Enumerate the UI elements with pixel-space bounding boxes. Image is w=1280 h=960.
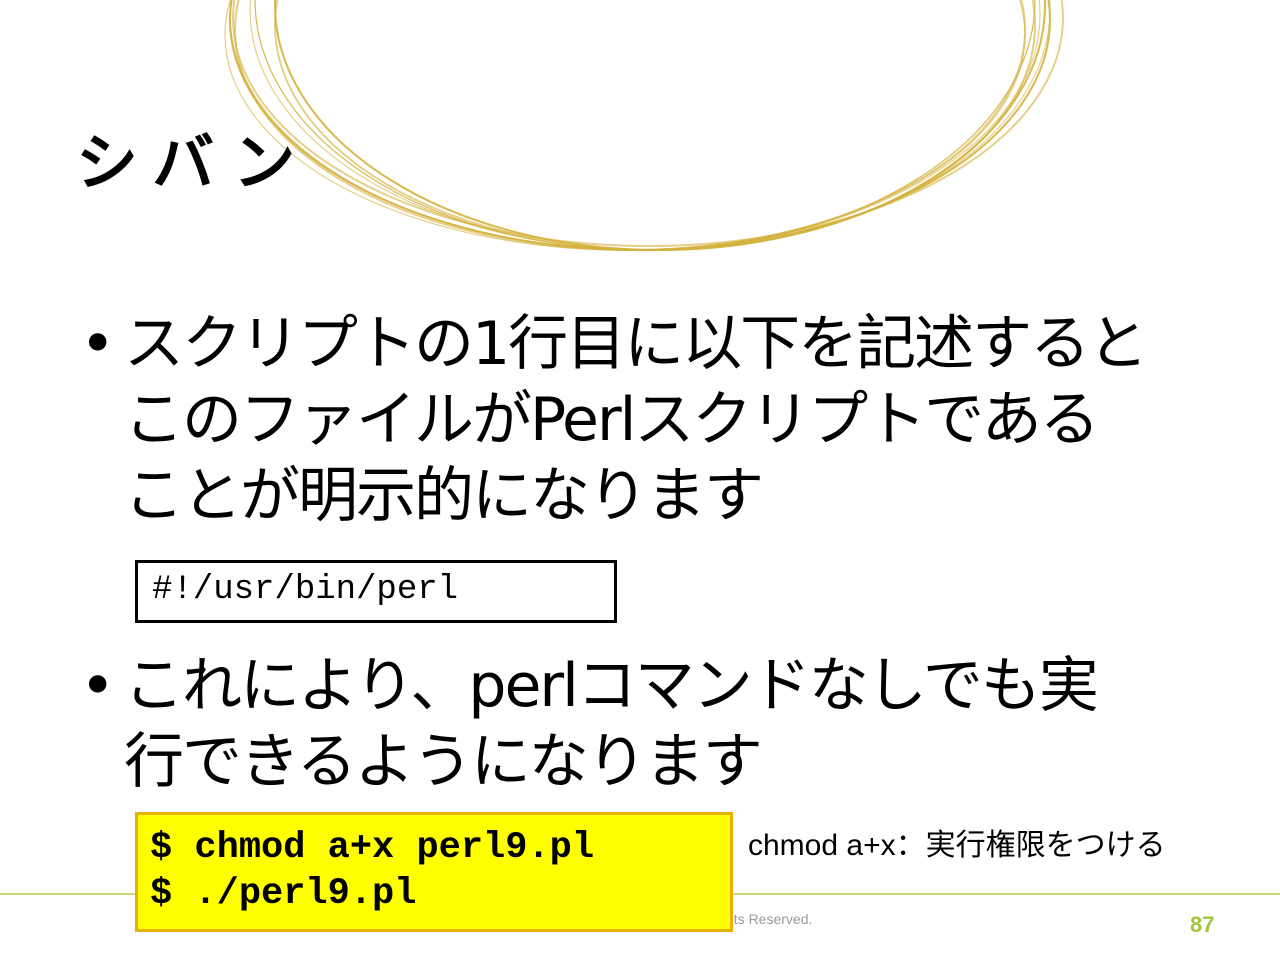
command-highlight-box: $ chmod a+x perl9.pl $ ./perl9.pl [135, 812, 733, 932]
bullet-2-line-2: 行できるようになります [124, 727, 763, 797]
bullet-symbol-1: • [80, 309, 116, 379]
chmod-note: chmod a+x：実行権限をつける [748, 829, 1166, 862]
decorative-ring [234, 0, 1026, 251]
command-line-1: $ chmod a+x perl9.pl [150, 827, 595, 869]
decorative-ring [274, 0, 1036, 251]
decorative-ring [274, 0, 1046, 251]
bullet-2-line-1: これにより、perlコマンドなしでも実 [124, 651, 1099, 721]
decorative-ring [232, 0, 1064, 247]
decorative-ring [249, 0, 1051, 251]
bullet-1-line-3: ことが明示的になります [124, 461, 764, 531]
bullet-symbol-2: • [80, 651, 116, 721]
shebang-code-box: #!/usr/bin/perl [135, 560, 617, 623]
decorative-ring [224, 0, 1026, 251]
bullet-1-text: スクリプトの1行目に以下を記述すると このファイルがPerlスクリプトである こ… [124, 306, 1274, 534]
decorative-ring [254, 0, 1036, 251]
copyright-footer: hts Reserved. [726, 911, 813, 927]
decorative-ring [229, 0, 1041, 251]
slide-title: シバン [76, 126, 312, 199]
decorative-ring [229, 0, 1051, 251]
page-number: 87 [1190, 912, 1215, 937]
bullet-2-text: これにより、perlコマンドなしでも実 行できるようになります [124, 648, 1274, 800]
bullet-1-line-1: スクリプトの1行目に以下を記述すると [124, 309, 1148, 379]
bullet-1-line-2: このファイルがPerlスクリプトである [124, 385, 1100, 455]
command-line-2: $ ./perl9.pl [150, 873, 417, 915]
